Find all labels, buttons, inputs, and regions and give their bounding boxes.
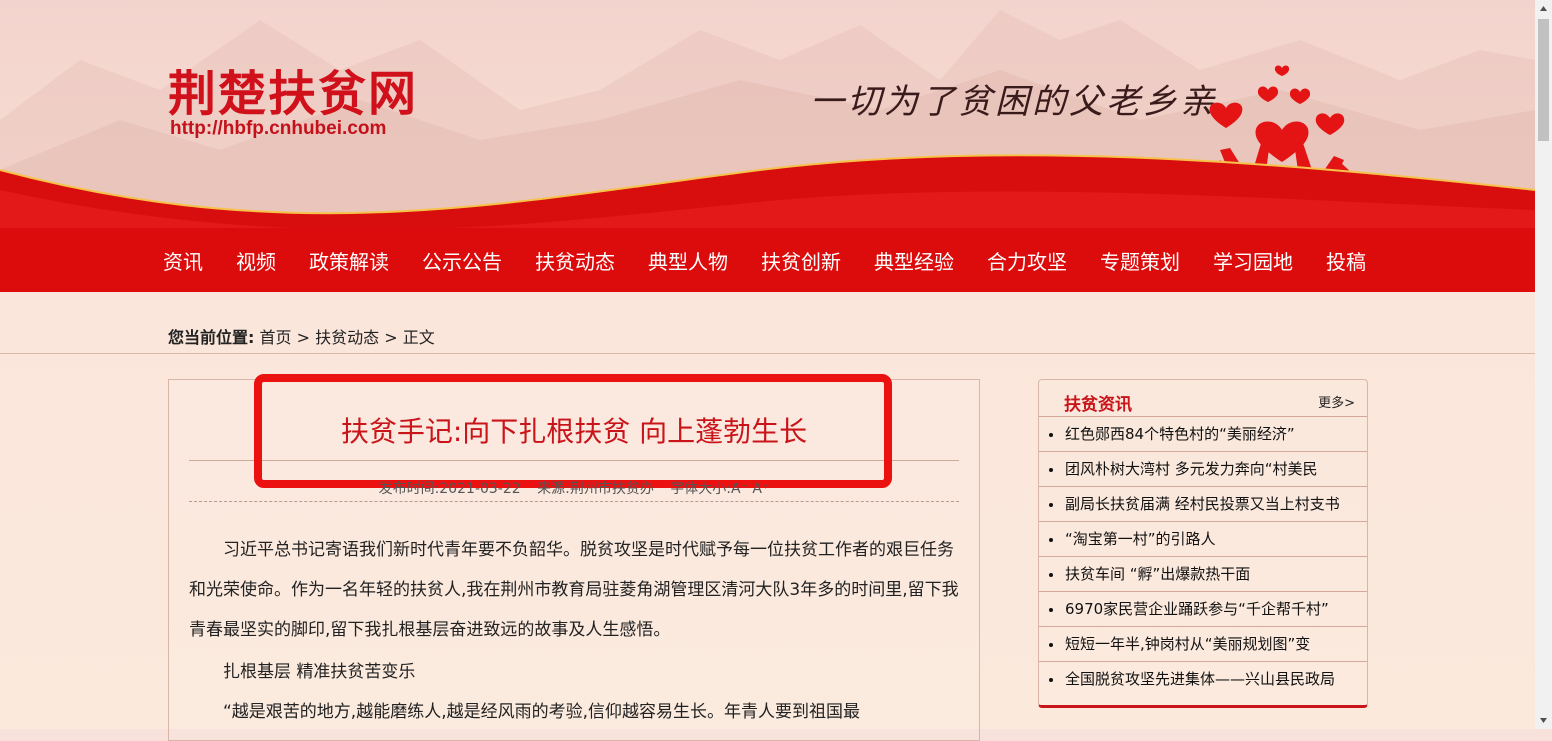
- article-subheading: 扎根基层 精准扶贫苦变乐: [223, 662, 416, 682]
- list-item[interactable]: “淘宝第一村”的引路人: [1039, 522, 1367, 557]
- list-item-label: 副局长扶贫届满 经村民投票又当上村支书: [1065, 495, 1340, 513]
- sidebar-more-link[interactable]: 更多>: [1318, 392, 1355, 411]
- sidebar-news-list: 红色郧西84个特色村的“美丽经济” 团风朴树大湾村 多元发力奔向“村美民 副局长…: [1039, 417, 1367, 696]
- bullet-icon: [1049, 677, 1053, 682]
- meta-divider: [189, 501, 959, 502]
- nav-item-news[interactable]: 资讯: [163, 246, 203, 275]
- list-item[interactable]: 扶贫车间 “孵”出爆款热干面: [1039, 557, 1367, 592]
- list-item-label: 6970家民营企业踊跃参与“千企帮千村”: [1065, 600, 1329, 618]
- nav-item-experience[interactable]: 典型经验: [874, 246, 954, 275]
- article-body: 习近平总书记寄语我们新时代青年要不负韶华。脱贫攻坚是时代赋予每一位扶贫工作者的艰…: [189, 530, 959, 732]
- list-item-label: 扶贫车间 “孵”出爆款热干面: [1065, 565, 1251, 583]
- list-item-label: 短短一年半,钟岗村从“美丽规划图”变: [1065, 635, 1311, 653]
- breadcrumb: 您当前位置: 首页 > 扶贫动态 > 正文: [168, 324, 435, 348]
- nav-item-dynamics[interactable]: 扶贫动态: [535, 246, 615, 275]
- nav-item-policy[interactable]: 政策解读: [309, 246, 389, 275]
- breadcrumb-current: 正文: [402, 328, 435, 347]
- bullet-icon: [1049, 572, 1053, 577]
- list-item[interactable]: 6970家民营企业踊跃参与“千企帮千村”: [1039, 592, 1367, 627]
- nav-item-video[interactable]: 视频: [236, 246, 276, 275]
- article-paragraph: 习近平总书记寄语我们新时代青年要不负韶华。脱贫攻坚是时代赋予每一位扶贫工作者的艰…: [189, 540, 959, 640]
- nav-item-joint-effort[interactable]: 合力攻坚: [987, 246, 1067, 275]
- sidebar-header: 扶贫资讯 更多>: [1039, 380, 1367, 417]
- page-scrollbar[interactable]: [1535, 0, 1552, 729]
- breadcrumb-divider: [0, 353, 1535, 354]
- article-meta: 发布时间:2021-03-22 来源:荆州市扶贫办 字体大小:A⁻ A⁺: [169, 478, 979, 498]
- list-item-label: 全国脱贫攻坚先进集体——兴山县民政局: [1065, 670, 1336, 688]
- font-size-control[interactable]: 字体大小:A⁻ A⁺: [670, 481, 769, 497]
- nav-item-submit[interactable]: 投稿: [1326, 246, 1366, 275]
- scroll-up-arrow-icon[interactable]: [1535, 0, 1552, 17]
- list-item[interactable]: 副局长扶贫届满 经村民投票又当上村支书: [1039, 487, 1367, 522]
- breadcrumb-separator: >: [384, 328, 398, 347]
- breadcrumb-home-link[interactable]: 首页: [260, 328, 292, 347]
- bullet-icon: [1049, 642, 1053, 647]
- red-ribbon-decoration: [0, 154, 1535, 230]
- article-panel: 扶贫手记:向下扎根扶贫 向上蓬勃生长 发布时间:2021-03-22 来源:荆州…: [168, 374, 980, 741]
- bullet-icon: [1049, 502, 1053, 507]
- article-source: 来源:荆州市扶贫办: [537, 481, 654, 497]
- site-logo-title[interactable]: 荆楚扶贫网: [168, 54, 418, 124]
- scrollbar-thumb[interactable]: [1538, 19, 1549, 141]
- bullet-icon: [1049, 607, 1053, 612]
- breadcrumb-label: 您当前位置:: [168, 328, 255, 347]
- article-paragraph: “越是艰苦的地方,越能磨练人,越是经风雨的考验,信仰越容易生长。年青人要到祖国最: [223, 702, 861, 722]
- nav-item-innovation[interactable]: 扶贫创新: [761, 246, 841, 275]
- nav-item-people[interactable]: 典型人物: [648, 246, 728, 275]
- site-header: 荆楚扶贫网 http://hbfp.cnhubei.com 一切为了贫困的父老乡…: [0, 0, 1535, 292]
- bullet-icon: [1049, 432, 1053, 437]
- breadcrumb-section-link[interactable]: 扶贫动态: [315, 328, 379, 347]
- list-item-label: 团风朴树大湾村 多元发力奔向“村美民: [1065, 460, 1318, 478]
- list-item[interactable]: 红色郧西84个特色村的“美丽经济”: [1039, 417, 1367, 452]
- article-date: 发布时间:2021-03-22: [378, 481, 521, 497]
- list-item[interactable]: 短短一年半,钟岗村从“美丽规划图”变: [1039, 627, 1367, 662]
- title-highlight-box: [254, 374, 892, 488]
- bullet-icon: [1049, 467, 1053, 472]
- bullet-icon: [1049, 537, 1053, 542]
- sidebar-news-panel: 扶贫资讯 更多> 红色郧西84个特色村的“美丽经济” 团风朴树大湾村 多元发力奔…: [1038, 379, 1368, 708]
- main-nav: 资讯 视频 政策解读 公示公告 扶贫动态 典型人物 扶贫创新 典型经验 合力攻坚…: [163, 228, 1399, 292]
- main-nav-bar: 资讯 视频 政策解读 公示公告 扶贫动态 典型人物 扶贫创新 典型经验 合力攻坚…: [0, 228, 1535, 292]
- nav-item-study[interactable]: 学习园地: [1213, 246, 1293, 275]
- sidebar-title: 扶贫资讯: [1064, 395, 1132, 415]
- list-item-label: “淘宝第一村”的引路人: [1065, 530, 1216, 548]
- nav-item-notices[interactable]: 公示公告: [422, 246, 502, 275]
- list-item[interactable]: 全国脱贫攻坚先进集体——兴山县民政局: [1039, 662, 1367, 696]
- list-item-label: 红色郧西84个特色村的“美丽经济”: [1065, 425, 1295, 443]
- nav-item-specials[interactable]: 专题策划: [1100, 246, 1180, 275]
- list-item[interactable]: 团风朴树大湾村 多元发力奔向“村美民: [1039, 452, 1367, 487]
- breadcrumb-separator: >: [296, 328, 311, 347]
- header-slogan: 一切为了贫困的父老乡亲: [810, 82, 1217, 122]
- scroll-down-arrow-icon[interactable]: [1535, 712, 1552, 729]
